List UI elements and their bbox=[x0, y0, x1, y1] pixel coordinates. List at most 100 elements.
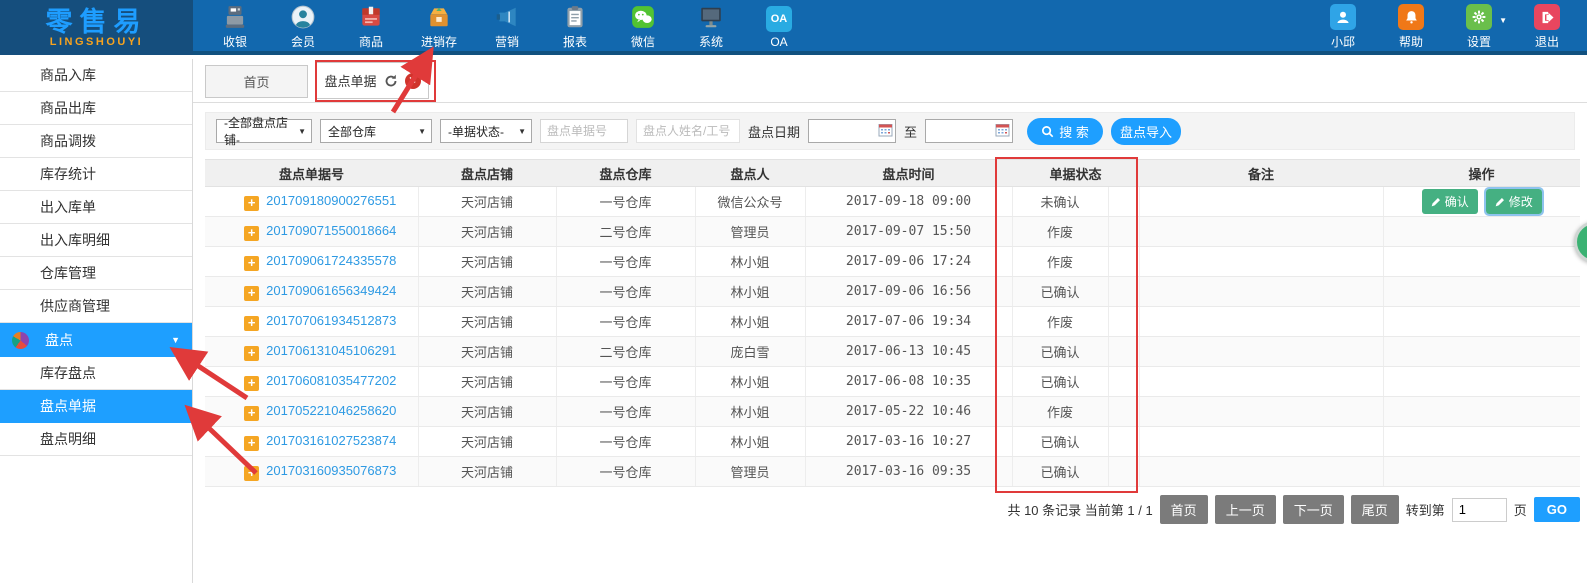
nav-item-settings[interactable]: 设置 ▼ bbox=[1445, 0, 1513, 51]
status-filter-select[interactable]: -单据状态- ▼ bbox=[440, 119, 532, 143]
expand-row-icon[interactable]: + bbox=[244, 286, 259, 301]
actions-cell bbox=[1383, 277, 1580, 307]
actions-cell bbox=[1383, 307, 1580, 337]
expand-row-icon[interactable]: + bbox=[244, 196, 259, 211]
confirm-button[interactable]: 确认 bbox=[1422, 189, 1478, 214]
nav-item-wechat[interactable]: 微信 bbox=[609, 0, 677, 51]
close-icon[interactable]: × bbox=[405, 73, 421, 89]
doc-no-link[interactable]: 201706081035477202 bbox=[266, 373, 396, 388]
nav-item-member[interactable]: 会员 bbox=[269, 0, 337, 51]
actions-cell: 确认修改 bbox=[1383, 187, 1580, 217]
tab-stocktake-docs[interactable]: 盘点单据 × bbox=[316, 62, 429, 99]
nav-item-product[interactable]: 商品 bbox=[337, 0, 405, 51]
status-cell: 已确认 bbox=[1012, 337, 1108, 367]
time-cell: 2017-09-07 15:50 bbox=[805, 217, 1012, 247]
sidebar-item-supplier-mgmt[interactable]: 供应商管理 bbox=[0, 290, 192, 323]
sidebar-item-label: 商品出库 bbox=[40, 100, 96, 116]
doc-no-link[interactable]: 201709071550018664 bbox=[266, 223, 396, 238]
warehouse-cell: 二号仓库 bbox=[556, 217, 695, 247]
remark-cell bbox=[1139, 367, 1383, 397]
expand-row-icon[interactable]: + bbox=[244, 376, 259, 391]
expand-row-icon[interactable]: + bbox=[244, 406, 259, 421]
sidebar-item-stocktake-details[interactable]: 盘点明细 bbox=[0, 423, 192, 456]
date-to-input[interactable] bbox=[925, 119, 1013, 143]
expand-row-icon[interactable]: + bbox=[244, 226, 259, 241]
doc-no-link[interactable]: 201703160935076873 bbox=[266, 463, 396, 478]
nav-item-user[interactable]: 小邱 bbox=[1309, 0, 1377, 51]
table-row: +201706081035477202 天河店铺 一号仓库 林小姐 2017-0… bbox=[205, 367, 1580, 397]
person-input[interactable] bbox=[636, 119, 740, 143]
date-from-input[interactable] bbox=[808, 119, 896, 143]
expand-row-icon[interactable]: + bbox=[244, 316, 259, 331]
megaphone-icon bbox=[494, 3, 520, 31]
nav-item-inventory[interactable]: 进销存 bbox=[405, 0, 473, 51]
doc-no-link[interactable]: 201709061724335578 bbox=[266, 253, 396, 268]
sidebar-group-stocktake[interactable]: 盘点 ▼ bbox=[0, 323, 192, 357]
doc-no-link[interactable]: 201703161027523874 bbox=[266, 433, 396, 448]
doc-no-link[interactable]: 201709180900276551 bbox=[266, 193, 396, 208]
nav-item-exit[interactable]: 退出 bbox=[1513, 0, 1581, 51]
actions-cell bbox=[1383, 217, 1580, 247]
expand-row-icon[interactable]: + bbox=[244, 466, 259, 481]
sidebar-item-stock-stats[interactable]: 库存统计 bbox=[0, 158, 192, 191]
search-button[interactable]: 搜 索 bbox=[1027, 118, 1103, 145]
status-spacer-cell bbox=[1108, 457, 1139, 487]
expand-row-icon[interactable]: + bbox=[244, 256, 259, 271]
doc-no-link[interactable]: 201709061656349424 bbox=[266, 283, 396, 298]
warehouse-filter-select[interactable]: 全部仓库 ▼ bbox=[320, 119, 432, 143]
sidebar-item-io-orders[interactable]: 出入库单 bbox=[0, 191, 192, 224]
chevron-down-icon: ▼ bbox=[292, 127, 306, 136]
store-cell: 天河店铺 bbox=[418, 337, 556, 367]
chevron-down-icon: ▼ bbox=[412, 127, 426, 136]
person-cell: 管理员 bbox=[695, 457, 805, 487]
nav-label: 营销 bbox=[495, 33, 519, 50]
go-button[interactable]: GO bbox=[1534, 497, 1580, 522]
nav-item-oa[interactable]: OA OA bbox=[745, 0, 813, 51]
nav-item-system[interactable]: 系统 bbox=[677, 0, 745, 51]
person-cell: 林小姐 bbox=[695, 277, 805, 307]
chevron-down-icon: ▼ bbox=[1499, 16, 1507, 25]
actions-cell bbox=[1383, 397, 1580, 427]
expand-row-icon[interactable]: + bbox=[244, 346, 259, 361]
refresh-icon[interactable] bbox=[384, 74, 398, 88]
store-filter-select[interactable]: -全部盘点店铺- ▼ bbox=[216, 119, 312, 143]
stocktake-import-button[interactable]: 盘点导入 bbox=[1111, 118, 1181, 145]
nav-label: 会员 bbox=[291, 33, 315, 50]
sidebar: 商品入库 商品出库 商品调拨 库存统计 出入库单 出入库明细 仓库管理 供应商管… bbox=[0, 59, 193, 583]
first-page-button[interactable]: 首页 bbox=[1160, 495, 1208, 524]
time-cell: 2017-03-16 09:35 bbox=[805, 457, 1012, 487]
doc-no-input[interactable] bbox=[540, 119, 628, 143]
doc-no-link[interactable]: 201705221046258620 bbox=[266, 403, 396, 418]
sidebar-item-goods-outbound[interactable]: 商品出库 bbox=[0, 92, 192, 125]
status-cell: 作废 bbox=[1012, 247, 1108, 277]
tab-home[interactable]: 首页 bbox=[205, 65, 308, 98]
warehouse-cell: 一号仓库 bbox=[556, 247, 695, 277]
last-page-button[interactable]: 尾页 bbox=[1351, 495, 1399, 524]
goto-page-input[interactable] bbox=[1452, 498, 1507, 522]
sidebar-item-warehouse-mgmt[interactable]: 仓库管理 bbox=[0, 257, 192, 290]
warehouse-cell: 二号仓库 bbox=[556, 337, 695, 367]
nav-item-marketing[interactable]: 营销 bbox=[473, 0, 541, 51]
doc-no-link[interactable]: 201707061934512873 bbox=[266, 313, 396, 328]
nav-item-report[interactable]: 报表 bbox=[541, 0, 609, 51]
nav-item-cashier[interactable]: 收银 bbox=[201, 0, 269, 51]
chevron-down-icon: ▼ bbox=[512, 127, 526, 136]
modify-button[interactable]: 修改 bbox=[1486, 189, 1542, 214]
sidebar-item-goods-transfer[interactable]: 商品调拨 bbox=[0, 125, 192, 158]
warehouse-cell: 一号仓库 bbox=[556, 277, 695, 307]
sidebar-item-goods-inbound[interactable]: 商品入库 bbox=[0, 59, 192, 92]
record-summary: 共 10 条记录 当前第 1 / 1 bbox=[1007, 500, 1152, 519]
next-page-button[interactable]: 下一页 bbox=[1283, 495, 1344, 524]
expand-row-icon[interactable]: + bbox=[244, 436, 259, 451]
nav-item-help[interactable]: 帮助 bbox=[1377, 0, 1445, 51]
doc-no-link[interactable]: 201706131045106291 bbox=[266, 343, 396, 358]
table-row: +201706131045106291 天河店铺 二号仓库 庞白雪 2017-0… bbox=[205, 337, 1580, 367]
sidebar-item-io-details[interactable]: 出入库明细 bbox=[0, 224, 192, 257]
sidebar-item-stocktake-docs[interactable]: 盘点单据 bbox=[0, 390, 192, 423]
sidebar-item-label: 供应商管理 bbox=[40, 298, 110, 314]
search-icon bbox=[1041, 125, 1054, 138]
person-cell: 林小姐 bbox=[695, 307, 805, 337]
prev-page-button[interactable]: 上一页 bbox=[1215, 495, 1276, 524]
sidebar-item-stock-count[interactable]: 库存盘点 bbox=[0, 357, 192, 390]
status-spacer-cell bbox=[1108, 277, 1139, 307]
